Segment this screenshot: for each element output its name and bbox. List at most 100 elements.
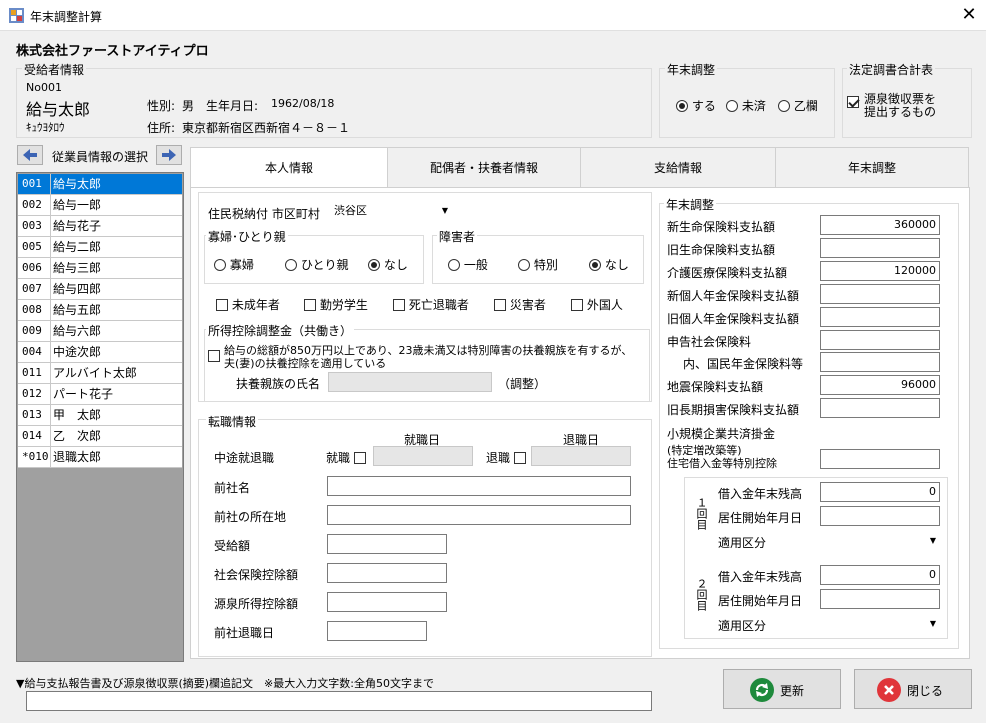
gensen-label: 源泉所得控除額 bbox=[214, 597, 299, 611]
kafu-radio-hitorioya[interactable]: ひとり親 bbox=[285, 256, 348, 273]
recipient-kana: ｷｭｳﾖﾀﾛｳ bbox=[26, 121, 65, 134]
employee-name: 給与太郎 bbox=[50, 174, 101, 194]
jumin-select[interactable]: 渋谷区 ▼ bbox=[330, 201, 452, 221]
tab-honnin[interactable]: 本人情報 bbox=[190, 147, 388, 188]
sub1-zandaka-input[interactable]: 0 bbox=[820, 482, 940, 502]
nenmatsu-radio-suru[interactable]: する bbox=[676, 97, 716, 114]
employee-code: 006 bbox=[22, 261, 42, 274]
shogai-radio-nashi[interactable]: なし bbox=[589, 256, 629, 273]
list-item[interactable]: 002 給与一郎 bbox=[18, 195, 182, 216]
fuyo-name-input[interactable] bbox=[328, 372, 492, 392]
jutaku-input[interactable] bbox=[820, 449, 940, 469]
check-gaikokujin[interactable]: 外国人 bbox=[571, 296, 623, 313]
kafu-radio-kafu[interactable]: 寡婦 bbox=[214, 256, 254, 273]
list-item[interactable]: 012 パート花子 bbox=[18, 384, 182, 405]
list-item[interactable]: 009 給与六郎 bbox=[18, 321, 182, 342]
update-button[interactable]: 更新 bbox=[723, 669, 841, 709]
sub1-kaishi-input[interactable] bbox=[820, 506, 940, 526]
birth-value: 1962/08/18 bbox=[271, 97, 335, 110]
list-item[interactable]: 014 乙 次郎 bbox=[18, 426, 182, 447]
nenmatsu-row-input[interactable] bbox=[820, 398, 940, 418]
zensha-name-input[interactable] bbox=[327, 476, 631, 496]
shushoku-date-input[interactable] bbox=[373, 446, 473, 466]
check-miseinen[interactable]: 未成年者 bbox=[216, 296, 280, 313]
sub1-kubun-select[interactable]: ▼ bbox=[820, 531, 940, 551]
employee-name: 甲 太郎 bbox=[50, 405, 101, 425]
checkbox-icon bbox=[208, 350, 220, 362]
nenmatsu-row-label: 内、国民年金保険料等 bbox=[683, 357, 804, 371]
check-shibou[interactable]: 死亡退職者 bbox=[393, 296, 469, 313]
employee-name: 給与六郎 bbox=[50, 321, 101, 341]
employee-name: 給与二郎 bbox=[50, 237, 101, 257]
shotoku-checkbox[interactable] bbox=[208, 349, 220, 363]
list-item[interactable]: *010 退職太郎 bbox=[18, 447, 182, 468]
tab-haigusha[interactable]: 配偶者・扶養者情報 bbox=[387, 147, 581, 187]
shogai-radio-ippan[interactable]: 一般 bbox=[448, 256, 488, 273]
taishoku-check[interactable]: 退職 bbox=[486, 449, 526, 466]
list-item[interactable]: 005 給与二郎 bbox=[18, 237, 182, 258]
tekiyo-input[interactable] bbox=[26, 691, 652, 711]
list-item[interactable]: 004 中途次郎 bbox=[18, 342, 182, 363]
zensha-taishoku-input[interactable] bbox=[327, 621, 427, 641]
next-employee-button[interactable] bbox=[156, 145, 182, 165]
employee-code: 012 bbox=[22, 387, 42, 400]
tab-shikyu[interactable]: 支給情報 bbox=[580, 147, 776, 187]
list-item[interactable]: 011 アルバイト太郎 bbox=[18, 363, 182, 384]
radio-icon bbox=[518, 259, 530, 271]
list-item[interactable]: 007 給与四郎 bbox=[18, 279, 182, 300]
nenmatsu-row-input[interactable] bbox=[820, 352, 940, 372]
check-kinro[interactable]: 勤労学生 bbox=[304, 296, 368, 313]
nenmatsu-group-label: 年末調整 bbox=[665, 61, 718, 78]
nenmatsu-row-label: 旧長期損害保険料支払額 bbox=[667, 403, 800, 417]
shushoku-check[interactable]: 就職 bbox=[326, 449, 366, 466]
nenmatsu-row-input[interactable]: 96000 bbox=[820, 375, 940, 395]
houtei-checkbox[interactable] bbox=[847, 95, 859, 109]
close-circle-icon bbox=[877, 678, 901, 702]
zensha-address-input[interactable] bbox=[327, 505, 631, 525]
shakai-input[interactable] bbox=[327, 563, 447, 583]
list-item[interactable]: 006 給与三郎 bbox=[18, 258, 182, 279]
employee-code: 007 bbox=[22, 282, 42, 295]
list-item[interactable]: 001 給与太郎 bbox=[18, 174, 182, 195]
nenmatsu-row-input[interactable]: 120000 bbox=[820, 261, 940, 281]
fuyo-label: 扶養親族の氏名 bbox=[236, 377, 321, 391]
employee-list[interactable]: 001 給与太郎 002 給与一郎 003 給与花子 005 給与二郎 006 給与三郎 007 給与… bbox=[16, 172, 184, 662]
recipient-group-label: 受給者情報 bbox=[22, 61, 87, 78]
employee-name: 給与四郎 bbox=[50, 279, 101, 299]
sub2-kubun-select[interactable]: ▼ bbox=[820, 614, 940, 634]
address-value: 東京都新宿区西新宿４－８－１ bbox=[182, 121, 351, 135]
tab-nenmatsu[interactable]: 年末調整 bbox=[775, 147, 969, 187]
close-window-icon[interactable]: ✕ bbox=[956, 4, 982, 26]
nenmatsu-radio-misai[interactable]: 未済 bbox=[726, 97, 766, 114]
sub2-kaishi-input[interactable] bbox=[820, 589, 940, 609]
employee-code: *010 bbox=[22, 450, 49, 463]
list-item[interactable]: 013 甲 太郎 bbox=[18, 405, 182, 426]
kafu-radio-nashi[interactable]: なし bbox=[368, 256, 408, 273]
nenmatsu-row-input[interactable] bbox=[820, 307, 940, 327]
zensha-address-label: 前社の所在地 bbox=[214, 510, 287, 524]
jukyu-input[interactable] bbox=[327, 534, 447, 554]
close-button[interactable]: 閉じる bbox=[854, 669, 972, 709]
dropdown-arrow-icon: ▼ bbox=[929, 619, 936, 628]
houtei-group-label: 法定調書合計表 bbox=[847, 61, 936, 78]
radio-icon bbox=[448, 259, 460, 271]
nenmatsu-row-input[interactable] bbox=[820, 284, 940, 304]
sub2-zandaka-input[interactable]: 0 bbox=[820, 565, 940, 585]
list-item[interactable]: 008 給与五郎 bbox=[18, 300, 182, 321]
gensen-input[interactable] bbox=[327, 592, 447, 612]
shotoku-text-2: 夫(妻)の扶養控除を適用している bbox=[224, 357, 387, 370]
title-bar bbox=[0, 0, 986, 31]
gender-label: 性別: bbox=[147, 99, 176, 113]
nenmatsu-radio-otsuran[interactable]: 乙欄 bbox=[778, 97, 818, 114]
radio-icon bbox=[726, 100, 738, 112]
taishoku-date-input[interactable] bbox=[531, 446, 631, 466]
kai2-label: ２回目 bbox=[695, 578, 708, 611]
list-item[interactable]: 003 給与花子 bbox=[18, 216, 182, 237]
nenmatsu-row-input[interactable]: 360000 bbox=[820, 215, 940, 235]
check-saigai[interactable]: 災害者 bbox=[494, 296, 546, 313]
nenmatsu-row-input[interactable] bbox=[820, 238, 940, 258]
employee-name: 乙 次郎 bbox=[50, 426, 101, 446]
shogai-radio-tokubetsu[interactable]: 特別 bbox=[518, 256, 558, 273]
nenmatsu-row-input[interactable] bbox=[820, 330, 940, 350]
prev-employee-button[interactable] bbox=[17, 145, 43, 165]
